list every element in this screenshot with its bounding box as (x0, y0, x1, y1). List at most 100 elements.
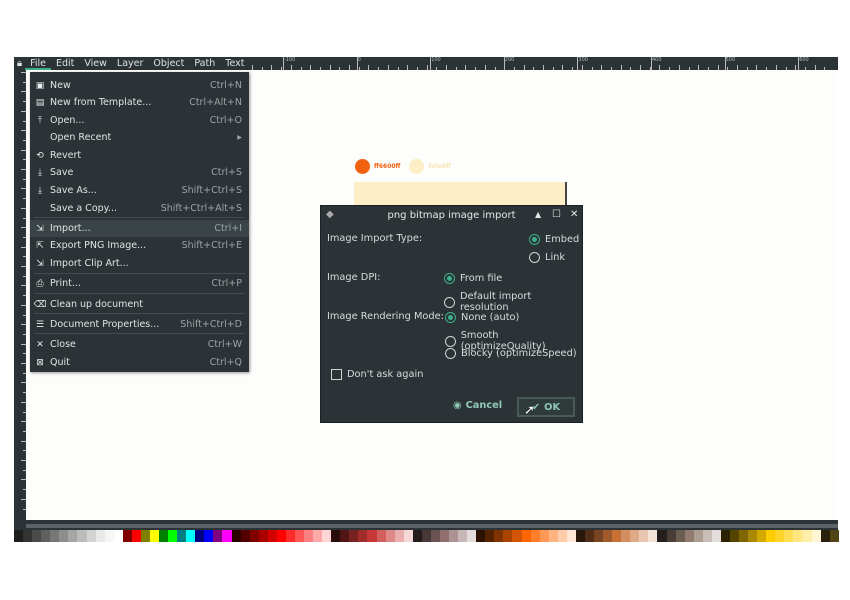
palette-swatch[interactable] (684, 530, 694, 542)
menu-item-import[interactable]: ⇲ Import... Ctrl+I (30, 220, 249, 237)
menu-path[interactable]: Path (189, 57, 220, 70)
palette-swatch[interactable] (675, 530, 685, 542)
palette-swatch[interactable] (430, 530, 440, 542)
palette-swatch[interactable] (757, 530, 767, 542)
menu-object[interactable]: Object (148, 57, 189, 70)
palette-swatch[interactable] (104, 530, 114, 542)
palette-swatch[interactable] (204, 530, 214, 542)
palette-swatch[interactable] (122, 530, 132, 542)
palette-swatch[interactable] (267, 530, 277, 542)
palette-swatch[interactable] (575, 530, 585, 542)
palette-swatch[interactable] (168, 530, 178, 542)
palette-swatch[interactable] (503, 530, 513, 542)
menu-text[interactable]: Text (220, 57, 249, 70)
palette-swatch[interactable] (530, 530, 540, 542)
palette-swatch[interactable] (340, 530, 350, 542)
palette-swatch[interactable] (458, 530, 468, 542)
palette-swatch[interactable] (693, 530, 703, 542)
palette-swatch[interactable] (222, 530, 232, 542)
palette-swatch[interactable] (666, 530, 676, 542)
palette-swatch[interactable] (739, 530, 749, 542)
minimize-icon[interactable]: ▲ (535, 210, 541, 219)
menu-item-print[interactable]: ⎙ Print... Ctrl+P (30, 275, 249, 292)
palette-swatch[interactable] (376, 530, 386, 542)
palette-swatch[interactable] (603, 530, 613, 542)
menu-item-quit[interactable]: ⊠ Quit Ctrl+Q (30, 354, 249, 371)
cancel-button[interactable]: ◉ Cancel (453, 400, 502, 411)
palette-swatch[interactable] (68, 530, 78, 542)
palette-swatch[interactable] (539, 530, 549, 542)
radio-embed[interactable]: Embed (529, 234, 579, 245)
radio-default-resolution[interactable]: Default import resolution (444, 291, 582, 313)
menu-item-save-a-copy[interactable]: Save a Copy... Shift+Ctrl+Alt+S (30, 200, 249, 217)
menu-item-revert[interactable]: ⟲ Revert (30, 147, 249, 164)
radio-blocky[interactable]: Blocky (optimizeSpeed) (445, 348, 577, 359)
menu-item-close[interactable]: ✕ Close Ctrl+W (30, 336, 249, 353)
palette-swatch[interactable] (403, 530, 413, 542)
palette-swatch[interactable] (594, 530, 604, 542)
menu-item-save[interactable]: ⤓ Save Ctrl+S (30, 164, 249, 181)
menu-item-open-recent[interactable]: Open Recent ▸ (30, 129, 249, 146)
palette-swatch[interactable] (95, 530, 105, 542)
palette-swatch[interactable] (59, 530, 69, 542)
menu-item-clean-up-document[interactable]: ⌫ Clean up document (30, 296, 249, 313)
palette-swatch[interactable] (385, 530, 395, 542)
palette-swatch[interactable] (50, 530, 60, 542)
palette-swatch[interactable] (439, 530, 449, 542)
palette-swatch[interactable] (41, 530, 51, 542)
palette-swatch[interactable] (322, 530, 332, 542)
palette-swatch[interactable] (648, 530, 658, 542)
palette-swatch[interactable] (820, 530, 830, 542)
palette-swatch[interactable] (113, 530, 123, 542)
palette-swatch[interactable] (294, 530, 304, 542)
radio-from-file[interactable]: From file (444, 273, 502, 284)
palette-swatch[interactable] (476, 530, 486, 542)
dont-ask-checkbox[interactable]: Don't ask again (331, 369, 423, 380)
menu-edit[interactable]: Edit (51, 57, 79, 70)
palette-swatch[interactable] (657, 530, 667, 542)
palette-swatch[interactable] (639, 530, 649, 542)
palette-swatch[interactable] (240, 530, 250, 542)
horizontal-scrollbar[interactable] (14, 520, 838, 530)
palette-swatch[interactable] (485, 530, 495, 542)
palette-swatch[interactable] (829, 530, 839, 542)
palette-swatch[interactable] (775, 530, 785, 542)
palette-swatch[interactable] (621, 530, 631, 542)
palette-swatch[interactable] (367, 530, 377, 542)
menu-item-document-properties[interactable]: ☰ Document Properties... Shift+Ctrl+D (30, 316, 249, 333)
menu-file[interactable]: File (25, 57, 51, 70)
palette-swatch[interactable] (331, 530, 341, 542)
palette-swatch[interactable] (494, 530, 504, 542)
palette-swatch[interactable] (412, 530, 422, 542)
menu-layer[interactable]: Layer (112, 57, 149, 70)
radio-none-auto[interactable]: None (auto) (445, 312, 519, 323)
palette-swatch[interactable] (584, 530, 594, 542)
lock-icon[interactable]: 🔒︎ (14, 57, 25, 70)
palette-swatch[interactable] (793, 530, 803, 542)
palette-swatch[interactable] (612, 530, 622, 542)
palette-swatch[interactable] (449, 530, 459, 542)
palette-swatch[interactable] (566, 530, 576, 542)
palette-swatch[interactable] (358, 530, 368, 542)
menu-item-new[interactable]: ▣ New Ctrl+N (30, 77, 249, 94)
palette-swatch[interactable] (14, 530, 24, 542)
palette-swatch[interactable] (159, 530, 169, 542)
maximize-icon[interactable]: ☐ (552, 209, 561, 220)
palette-swatch[interactable] (557, 530, 567, 542)
menu-item-import-clip-art[interactable]: ⇲ Import Clip Art... (30, 255, 249, 272)
palette-swatch[interactable] (394, 530, 404, 542)
palette-swatch[interactable] (748, 530, 758, 542)
palette-swatch[interactable] (258, 530, 268, 542)
palette-swatch[interactable] (140, 530, 150, 542)
menu-item-save-as[interactable]: ⤓ Save As... Shift+Ctrl+S (30, 182, 249, 199)
palette-swatch[interactable] (421, 530, 431, 542)
menu-item-export-png-image[interactable]: ⇱ Export PNG Image... Shift+Ctrl+E (30, 237, 249, 254)
palette-swatch[interactable] (249, 530, 259, 542)
palette-swatch[interactable] (784, 530, 794, 542)
color-palette[interactable] (14, 530, 839, 542)
palette-swatch[interactable] (32, 530, 42, 542)
palette-swatch[interactable] (186, 530, 196, 542)
palette-swatch[interactable] (86, 530, 96, 542)
palette-swatch[interactable] (630, 530, 640, 542)
palette-swatch[interactable] (213, 530, 223, 542)
